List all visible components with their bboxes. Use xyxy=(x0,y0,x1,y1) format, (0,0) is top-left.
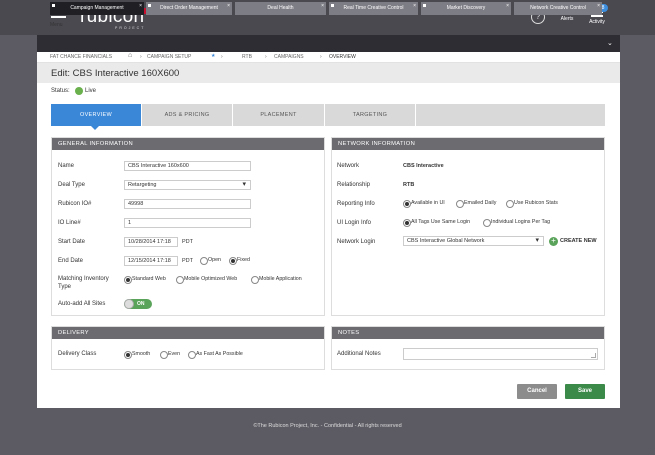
tab-ads-pricing[interactable]: ADS & PRICING xyxy=(142,104,232,126)
title-bar: Edit: CBS Interactive 160X600 xyxy=(37,63,620,83)
close-icon[interactable]: × xyxy=(597,2,600,10)
breadcrumb-campaigns[interactable]: CAMPAIGNS xyxy=(274,54,304,60)
io-line-input[interactable]: 1 xyxy=(124,218,251,228)
delivery-class-label: Delivery Class xyxy=(58,351,97,357)
network-information-panel: NETWORK INFORMATION xyxy=(331,137,605,316)
auto-add-label: Auto-add All Sites xyxy=(58,301,106,307)
breadcrumb: FAT CHANCE FINANCIALS ⌂ › CAMPAIGN SETUP… xyxy=(37,52,620,63)
save-button[interactable]: Save xyxy=(565,384,605,399)
delivery-header: DELIVERY xyxy=(52,327,324,339)
window-tab-campaign-management[interactable]: Campaign Management × xyxy=(50,2,144,15)
toggle-knob xyxy=(124,299,134,309)
window-tab-direct-order-management[interactable]: Direct Order Management × xyxy=(146,2,232,15)
close-icon[interactable]: × xyxy=(139,2,142,10)
network-label: Network xyxy=(337,163,360,169)
name-label: Name xyxy=(58,163,75,169)
end-date-open-radio[interactable]: Open xyxy=(200,257,221,265)
inventory-standard-web-radio[interactable]: Standard Web xyxy=(124,276,166,284)
status-label: Status: xyxy=(51,88,70,94)
deal-type-label: Deal Type xyxy=(58,182,85,188)
notes-header: NOTES xyxy=(332,327,604,339)
deal-type-select[interactable]: Retargeting xyxy=(124,180,251,190)
status-live-icon xyxy=(75,87,83,95)
window-tab-real-time-creative-control[interactable]: Real Time Creative Control × xyxy=(329,2,418,15)
reporting-info-label: Reporting Info xyxy=(337,201,375,207)
network-information-header: NETWORK INFORMATION xyxy=(332,138,604,150)
name-input[interactable]: CBS Interactive 160x600 xyxy=(124,161,251,171)
relationship-label: Relationship xyxy=(337,182,371,188)
network-value: CBS Interactive xyxy=(403,163,444,169)
breadcrumb-overview: OVERVIEW xyxy=(329,54,356,60)
plus-icon[interactable]: + xyxy=(549,237,558,246)
delivery-smooth-radio[interactable]: Smooth xyxy=(124,351,150,359)
close-icon[interactable]: × xyxy=(413,2,416,10)
window-tab-deal-health[interactable]: Deal Health × xyxy=(235,2,326,15)
close-icon[interactable]: × xyxy=(506,2,509,10)
activity-label: Activity xyxy=(589,18,605,25)
relationship-value: RTB xyxy=(403,182,415,188)
alerts-label: Alerts xyxy=(560,16,574,22)
network-login-select[interactable]: CBS Interactive Global Network xyxy=(403,236,544,246)
io-line-label: IO Line# xyxy=(58,220,81,226)
status-value: Live xyxy=(85,88,97,94)
tab-targeting[interactable]: TARGETING xyxy=(325,104,415,126)
rubicon-io-input[interactable]: 49998 xyxy=(124,199,251,209)
end-date-tz: PDT xyxy=(182,258,193,264)
tab-placement[interactable]: PLACEMENT xyxy=(233,104,324,126)
inventory-type-label-1: Matching Inventory xyxy=(58,276,109,282)
footer: ©The Rubicon Project, Inc. - Confidentia… xyxy=(253,423,402,429)
tab-pin-icon xyxy=(331,4,334,7)
chevron-down-icon[interactable]: ⌄ xyxy=(607,39,613,47)
delivery-fast-radio[interactable]: As Fast As Possible xyxy=(188,351,243,359)
page-title: Edit: CBS Interactive 160X600 xyxy=(51,68,180,79)
breadcrumb-campaign-setup[interactable]: CAMPAIGN SETUP xyxy=(147,54,191,60)
inventory-mobile-app-radio[interactable]: Mobile Application xyxy=(251,276,302,284)
logo-sub: PROJECT xyxy=(115,26,146,30)
delivery-even-radio[interactable]: Even xyxy=(160,351,180,359)
start-date-tz: PDT xyxy=(182,239,193,245)
network-login-label: Network Login xyxy=(337,239,376,245)
auto-add-toggle[interactable]: ON xyxy=(124,299,152,309)
rubicon-io-label: Rubicon IO# xyxy=(58,201,92,207)
window-tabs-bar xyxy=(37,35,620,52)
inventory-type-label-2: Type xyxy=(58,284,72,290)
create-new-button[interactable]: CREATE NEW xyxy=(560,238,597,244)
reporting-emailed-daily-radio[interactable]: Emailed Daily xyxy=(456,200,496,208)
reporting-available-ui-radio[interactable]: Available in UI xyxy=(403,200,445,208)
ui-login-info-label: UI Login Info xyxy=(337,220,372,226)
close-icon[interactable]: × xyxy=(227,2,230,10)
login-individual-radio[interactable]: Individual Logins Per Tag xyxy=(483,219,550,227)
tab-pin-icon xyxy=(148,4,151,7)
start-date-input[interactable]: 10/28/2014 17:18 xyxy=(124,237,178,247)
start-date-label: Start Date xyxy=(58,239,86,245)
window-tab-network-creative-control[interactable]: Network Creative Control × xyxy=(514,2,602,15)
cancel-button[interactable]: Cancel xyxy=(517,384,557,399)
menu-label: Menu xyxy=(50,22,63,28)
close-icon[interactable]: × xyxy=(321,2,324,10)
general-information-header: GENERAL INFORMATION xyxy=(52,138,324,150)
breadcrumb-rtb[interactable]: RTB xyxy=(242,54,252,60)
additional-notes-label: Additional Notes xyxy=(337,351,381,357)
home-icon[interactable]: ⌂ xyxy=(128,52,132,59)
status: Status: Live xyxy=(51,87,96,95)
breadcrumb-root[interactable]: FAT CHANCE FINANCIALS xyxy=(50,54,112,60)
tab-pin-icon xyxy=(423,4,426,7)
reporting-rubicon-stats-radio[interactable]: Use Rubicon Stats xyxy=(506,200,558,208)
inventory-mobile-web-radio[interactable]: Mobile Optimized Web xyxy=(176,276,237,284)
tab-pin-icon xyxy=(52,4,55,7)
delivery-panel: DELIVERY xyxy=(51,326,325,370)
login-same-radio[interactable]: All Tags Use Same Login xyxy=(403,219,470,227)
tab-spacer xyxy=(416,104,605,126)
additional-notes-textarea[interactable] xyxy=(403,348,598,360)
end-date-input[interactable]: 12/15/2014 17:18 xyxy=(124,256,178,266)
star-icon[interactable]: ★ xyxy=(211,53,215,59)
tab-overview[interactable]: OVERVIEW xyxy=(51,104,141,130)
end-date-label: End Date xyxy=(58,258,84,264)
window-tab-market-discovery[interactable]: Market Discovery × xyxy=(421,2,511,15)
end-date-fixed-radio[interactable]: Fixed xyxy=(229,257,250,265)
toggle-state: ON xyxy=(137,301,145,307)
